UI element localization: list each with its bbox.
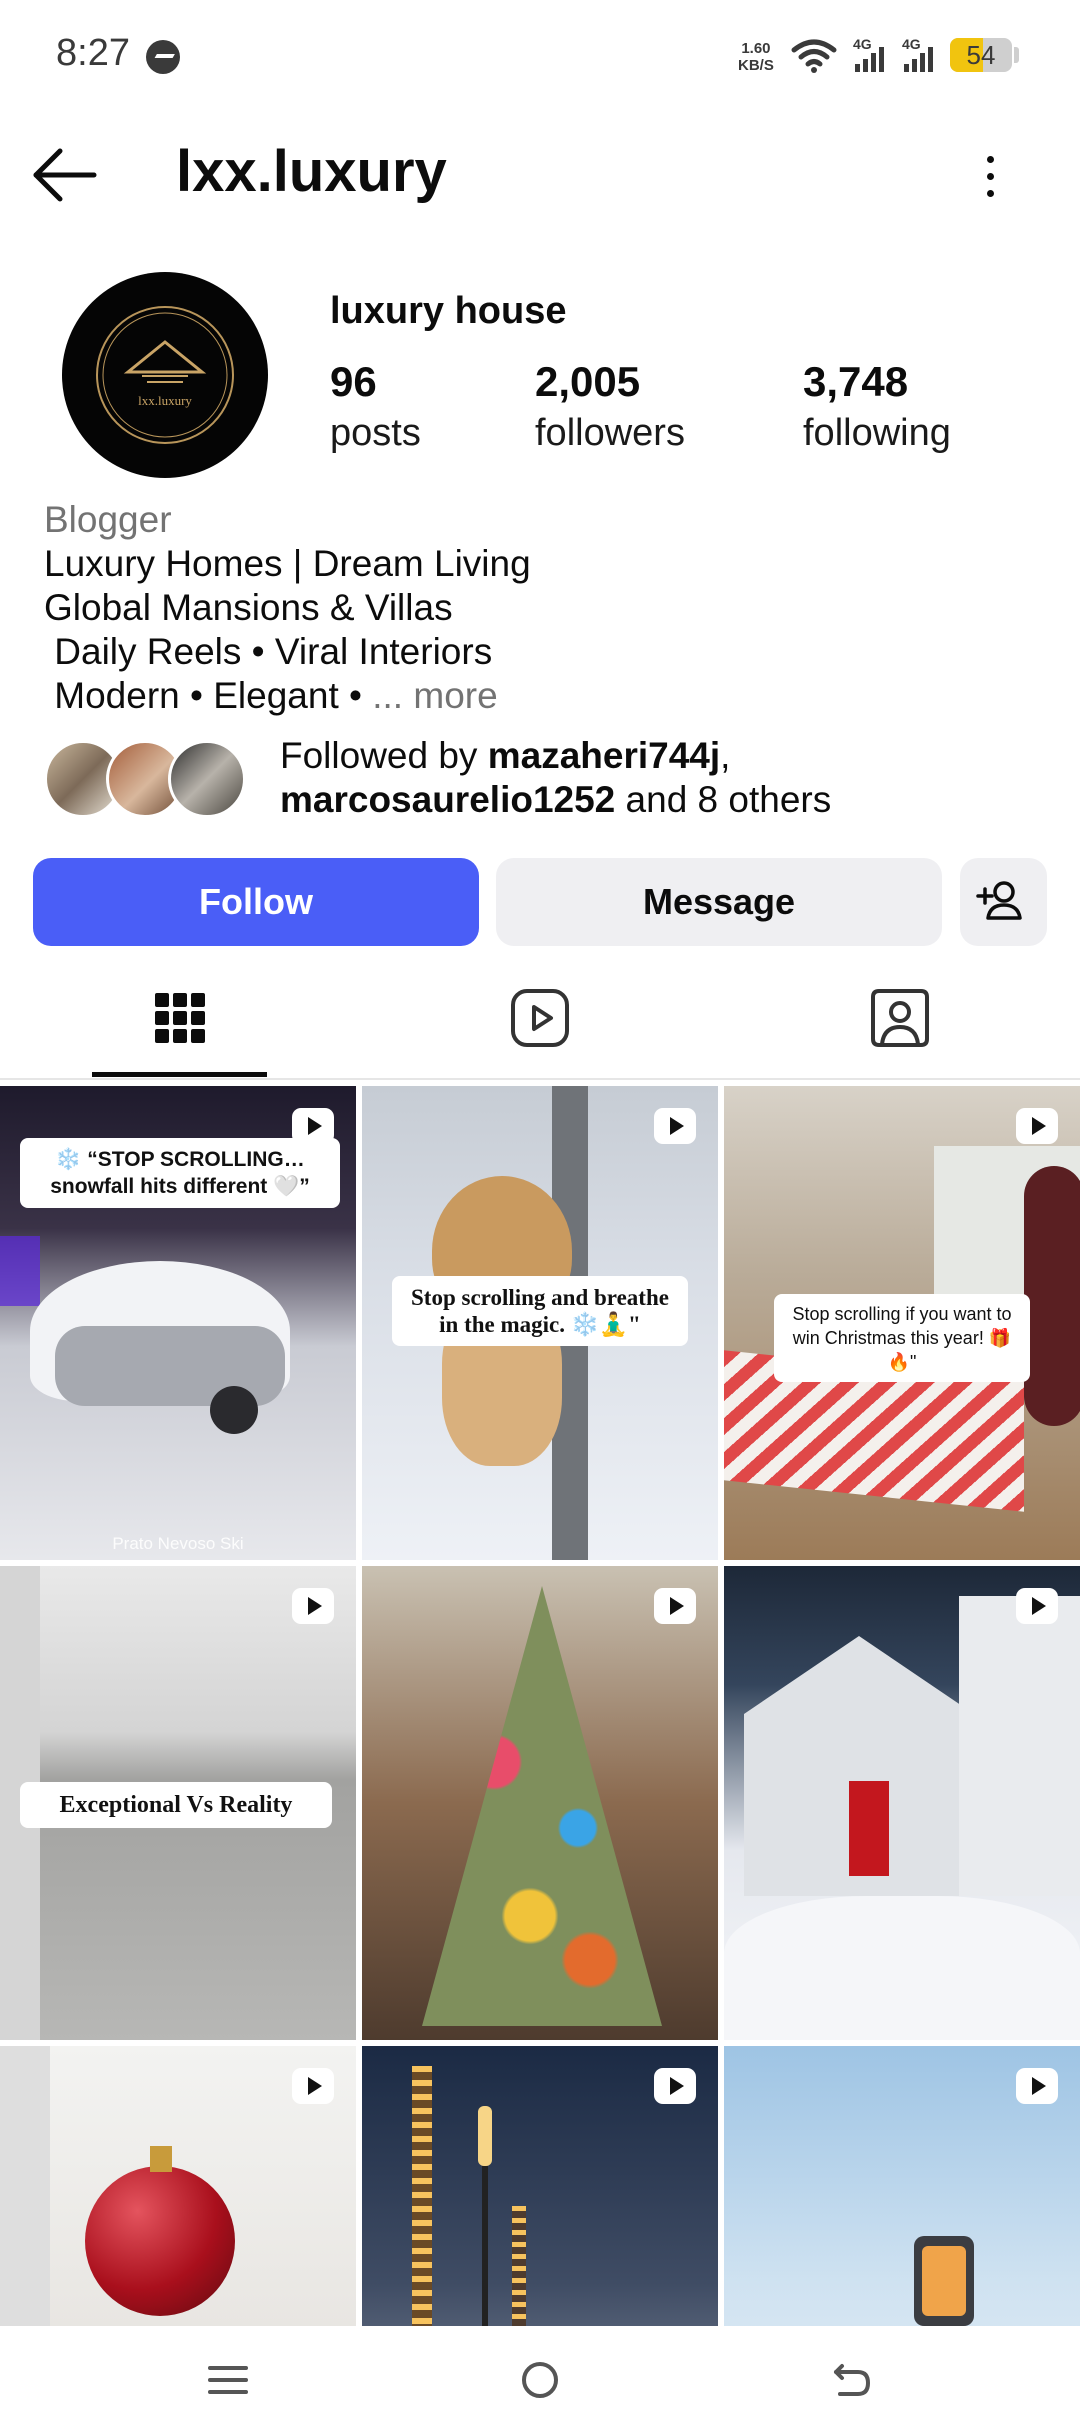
grid-post[interactable]: ❄️ “STOP SCROLLING… snowfall hits differ… [0,1086,356,1560]
suggested-accounts-button[interactable] [960,858,1047,946]
bio-line: Modern • Elegant • [44,675,373,716]
bio-more-link[interactable]: ... more [372,675,497,716]
profile-bio: Blogger Luxury Homes | Dream Living Glob… [44,498,1044,718]
post-caption: ❄️ “STOP SCROLLING… snowfall hits differ… [20,1138,340,1208]
message-button[interactable]: Message [496,858,942,946]
profile-category: Blogger [44,499,172,540]
profile-tabs [0,960,1080,1080]
back-button[interactable] [30,145,100,205]
profile-avatar[interactable]: lxx.luxury [62,272,268,478]
tagged-icon [871,989,929,1047]
followers-stat[interactable]: 2,005 followers [535,358,685,455]
post-caption: Exceptional Vs Reality [20,1782,332,1828]
more-icon [987,156,994,163]
logo-image: lxx.luxury [96,306,234,444]
reels-icon [511,989,569,1047]
grid-post[interactable]: Exceptional Vs Reality [0,1566,356,2040]
reel-icon [292,2068,334,2104]
home-circle-icon [522,2362,558,2398]
system-nav-bar [0,2326,1080,2436]
follow-button[interactable]: Follow [33,858,479,946]
grid-post[interactable] [362,1566,718,2040]
grid-post[interactable]: Stop scrolling and breathe in the magic.… [362,1086,718,1560]
status-bar: 8:27 1.60 KB/S 4G 4G 54 [0,0,1080,115]
tab-tagged[interactable] [720,960,1080,1078]
bio-line: Luxury Homes | Dream Living [44,543,531,584]
wifi-icon [791,39,837,73]
network-speed: 1.60 KB/S [738,40,774,74]
avatar [168,740,246,818]
post-caption: Stop scrolling if you want to win Christ… [774,1294,1030,1382]
bio-line: Daily Reels • Viral Interiors [44,631,493,672]
grid-icon [155,993,205,1043]
menu-icon [208,2366,248,2394]
back-icon [834,2364,871,2396]
bio-line: Global Mansions & Villas [44,587,453,628]
grid-post[interactable] [0,2046,356,2326]
display-name: luxury house [330,290,567,332]
post-location: Prato Nevoso Ski [112,1534,244,1553]
profile-username: lxx.luxury [176,139,447,204]
reel-icon [292,1108,334,1144]
reel-icon [1016,1588,1058,1624]
system-back-button[interactable] [812,2350,892,2410]
messenger-icon [146,40,180,74]
battery-icon: 54 [950,38,1012,72]
grid-post[interactable] [724,2046,1080,2326]
post-caption: Stop scrolling and breathe in the magic.… [392,1276,688,1346]
reel-icon [292,1588,334,1624]
active-tab-indicator [92,1072,267,1077]
svg-text:lxx.luxury: lxx.luxury [138,393,192,408]
posts-grid: ❄️ “STOP SCROLLING… snowfall hits differ… [0,1086,1080,2326]
recent-apps-button[interactable] [188,2350,268,2410]
reel-icon [1016,1108,1058,1144]
reel-icon [654,2068,696,2104]
more-options-button[interactable] [970,148,1010,204]
status-time: 8:27 [56,32,130,74]
following-stat[interactable]: 3,748 following [803,358,951,455]
reel-icon [654,1108,696,1144]
mutual-username[interactable]: mazaheri744j [488,735,720,776]
grid-post[interactable]: Stop scrolling if you want to win Christ… [724,1086,1080,1560]
mutual-followers-avatars [44,740,264,820]
tab-posts-grid[interactable] [0,960,360,1078]
grid-post[interactable] [362,2046,718,2326]
back-arrow-icon [33,148,97,202]
tab-reels[interactable] [360,960,720,1078]
add-person-icon [976,881,1022,920]
posts-stat[interactable]: 96 posts [330,358,421,455]
reel-icon [654,1588,696,1624]
followed-by-text: Followed by mazaheri744j, marcosaurelio1… [280,735,832,820]
followed-by[interactable]: Followed by mazaheri744j, marcosaurelio1… [44,734,1064,824]
reel-icon [1016,2068,1058,2104]
mutual-username[interactable]: marcosaurelio1252 [280,779,615,820]
home-button[interactable] [500,2350,580,2410]
battery-cap [1014,47,1019,63]
grid-post[interactable] [724,1566,1080,2040]
